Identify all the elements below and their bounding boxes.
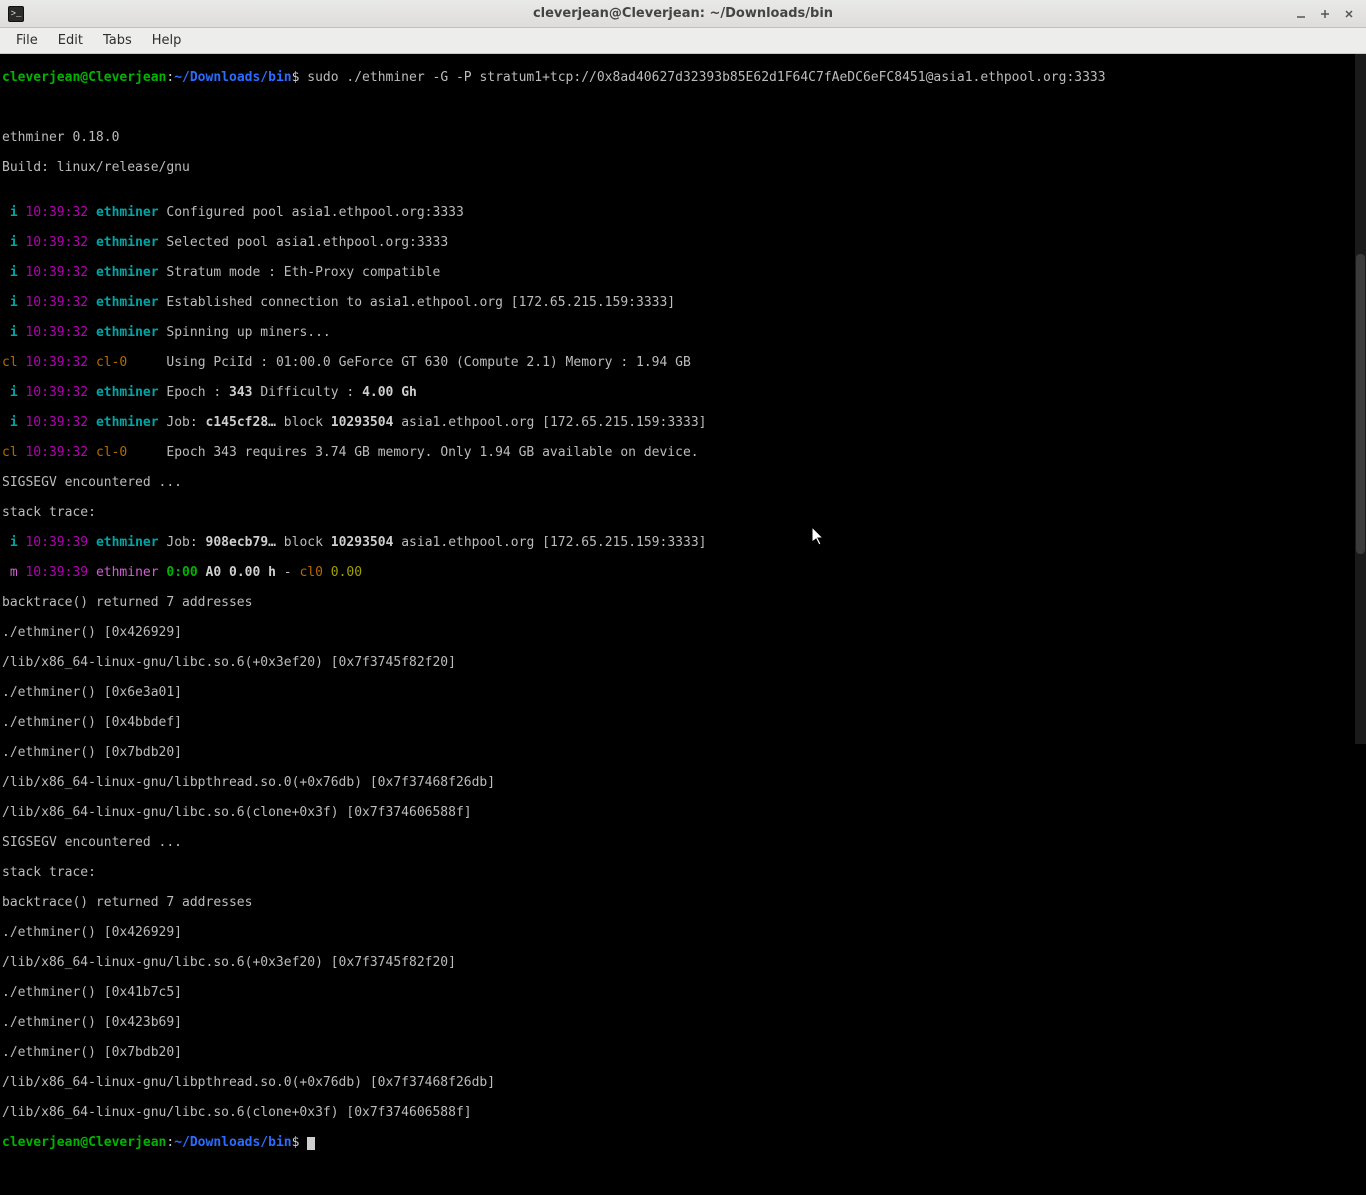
menubar: File Edit Tabs Help	[0, 28, 1366, 54]
terminal-line: ./ethminer() [0x7bdb20]	[2, 1045, 1364, 1060]
terminal-line: cleverjean@Cleverjean:~/Downloads/bin$	[2, 1135, 1364, 1150]
terminal-line: i 10:39:32 ethminer Established connecti…	[2, 295, 1364, 310]
terminal-line: m 10:39:39 ethminer 0:00 A0 0.00 h - cl0…	[2, 565, 1364, 580]
menu-tabs[interactable]: Tabs	[93, 30, 142, 51]
terminal-line: cl 10:39:32 cl-0 Using PciId : 01:00.0 G…	[2, 355, 1364, 370]
terminal-line: backtrace() returned 7 addresses	[2, 595, 1364, 610]
terminal-line: ./ethminer() [0x423b69]	[2, 1015, 1364, 1030]
terminal-line: backtrace() returned 7 addresses	[2, 895, 1364, 910]
terminal-line: cl 10:39:32 cl-0 Epoch 343 requires 3.74…	[2, 445, 1364, 460]
terminal-line: ./ethminer() [0x4bbdef]	[2, 715, 1364, 730]
terminal-line: SIGSEGV encountered ...	[2, 475, 1364, 490]
terminal-line: stack trace:	[2, 865, 1364, 880]
terminal-line: /lib/x86_64-linux-gnu/libpthread.so.0(+0…	[2, 775, 1364, 790]
terminal-line: i 10:39:32 ethminer Job: c145cf28… block…	[2, 415, 1364, 430]
cursor-icon	[307, 1137, 315, 1150]
prompt-user: cleverjean@Cleverjean	[2, 1135, 166, 1150]
menu-edit[interactable]: Edit	[48, 30, 93, 51]
command-text: sudo ./ethminer -G -P stratum1+tcp://0x8…	[299, 70, 1105, 85]
scrollbar-thumb[interactable]	[1356, 254, 1365, 554]
terminal-line: cleverjean@Cleverjean:~/Downloads/bin$ s…	[2, 70, 1364, 85]
terminal-line: /lib/x86_64-linux-gnu/libc.so.6(+0x3ef20…	[2, 955, 1364, 970]
prompt-user: cleverjean@Cleverjean	[2, 70, 166, 85]
menu-file[interactable]: File	[6, 30, 48, 51]
terminal-line: Build: linux/release/gnu	[2, 160, 1364, 175]
scrollbar-track[interactable]	[1355, 54, 1366, 744]
prompt-path: ~/Downloads/bin	[174, 70, 291, 85]
terminal-line: /lib/x86_64-linux-gnu/libc.so.6(clone+0x…	[2, 1105, 1364, 1120]
window-titlebar: >_ cleverjean@Cleverjean: ~/Downloads/bi…	[0, 0, 1366, 28]
terminal-line: ethminer 0.18.0	[2, 130, 1364, 145]
terminal-line: i 10:39:32 ethminer Configured pool asia…	[2, 205, 1364, 220]
terminal-area[interactable]: cleverjean@Cleverjean:~/Downloads/bin$ s…	[0, 54, 1366, 744]
terminal-line: stack trace:	[2, 505, 1364, 520]
menu-help[interactable]: Help	[142, 30, 192, 51]
terminal-line: ./ethminer() [0x7bdb20]	[2, 745, 1364, 760]
terminal-line: i 10:39:32 ethminer Selected pool asia1.…	[2, 235, 1364, 250]
prompt-path: ~/Downloads/bin	[174, 1135, 291, 1150]
terminal-line: i 10:39:32 ethminer Epoch : 343 Difficul…	[2, 385, 1364, 400]
terminal-line: ./ethminer() [0x6e3a01]	[2, 685, 1364, 700]
terminal-line: ./ethminer() [0x426929]	[2, 925, 1364, 940]
terminal-line: i 10:39:39 ethminer Job: 908ecb79… block…	[2, 535, 1364, 550]
terminal-line: ./ethminer() [0x41b7c5]	[2, 985, 1364, 1000]
terminal-line: ./ethminer() [0x426929]	[2, 625, 1364, 640]
terminal-line: /lib/x86_64-linux-gnu/libc.so.6(+0x3ef20…	[2, 655, 1364, 670]
terminal-line: /lib/x86_64-linux-gnu/libpthread.so.0(+0…	[2, 1075, 1364, 1090]
terminal-line: /lib/x86_64-linux-gnu/libc.so.6(clone+0x…	[2, 805, 1364, 820]
terminal-line: i 10:39:32 ethminer Stratum mode : Eth-P…	[2, 265, 1364, 280]
window-title: cleverjean@Cleverjean: ~/Downloads/bin	[0, 6, 1366, 21]
terminal-line: i 10:39:32 ethminer Spinning up miners..…	[2, 325, 1364, 340]
prompt-dollar: $	[292, 1135, 300, 1150]
prompt-colon: :	[166, 1135, 174, 1150]
terminal-line: SIGSEGV encountered ...	[2, 835, 1364, 850]
